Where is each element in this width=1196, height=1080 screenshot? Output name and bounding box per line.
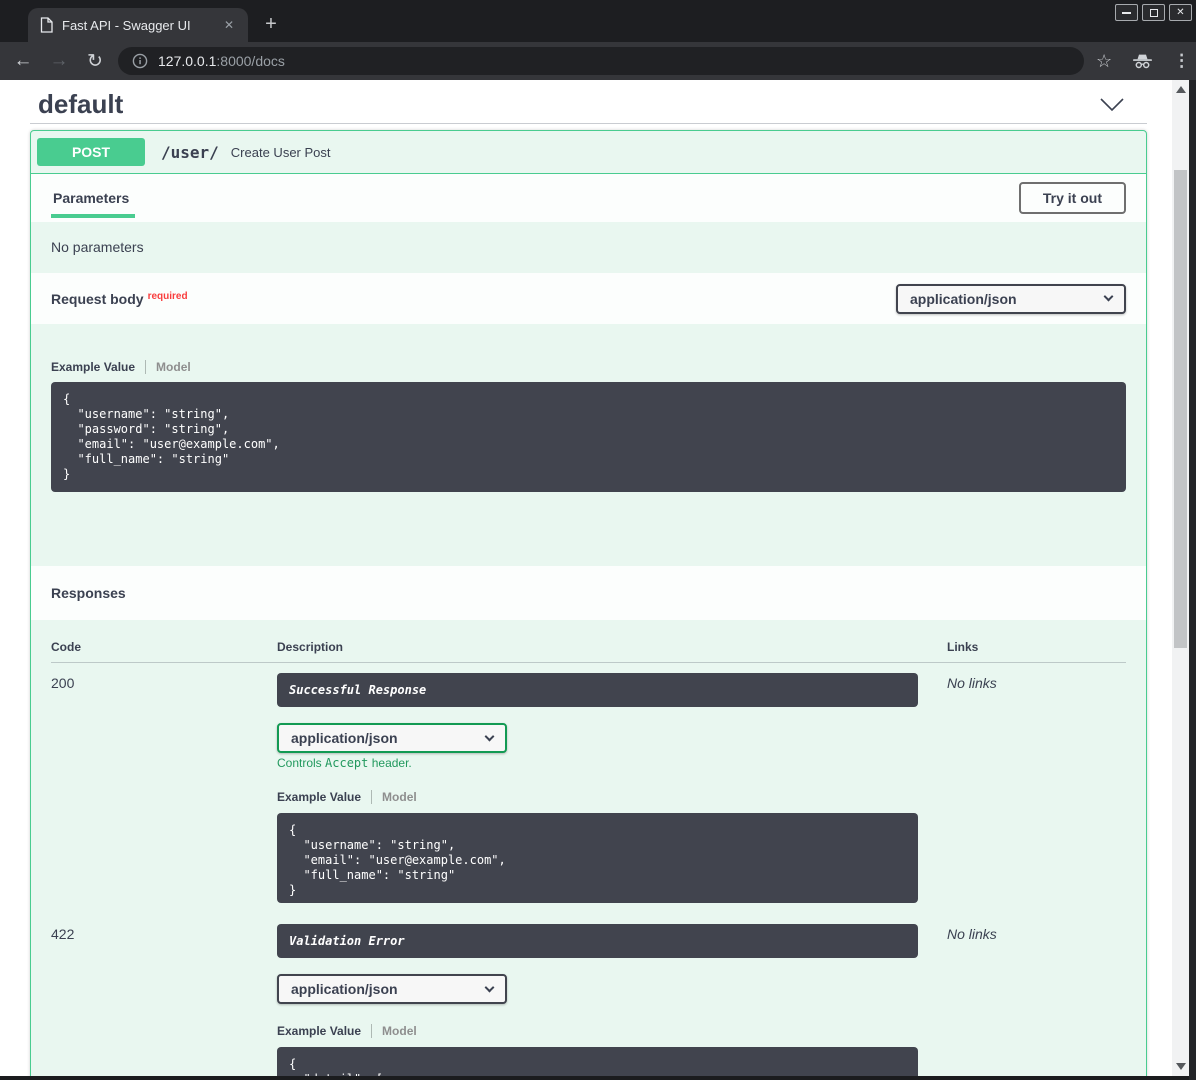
response-row-200: 200 Successful Response application/json… bbox=[51, 663, 1126, 903]
reload-icon[interactable]: ↻ bbox=[84, 50, 106, 73]
select-chevron-icon bbox=[1104, 292, 1114, 302]
tab-example-value[interactable]: Example Value bbox=[277, 1024, 361, 1038]
address-bar[interactable]: 127.0.0.1:8000/docs bbox=[118, 47, 1084, 75]
scrollbar-thumb[interactable] bbox=[1174, 170, 1187, 648]
responses-header: Responses bbox=[31, 566, 1146, 620]
response-description: Successful Response bbox=[277, 673, 918, 707]
browser-titlebar: Fast API - Swagger UI ✕ + ✕ bbox=[0, 0, 1196, 42]
response-code: 422 bbox=[51, 924, 277, 1076]
back-icon[interactable]: ← bbox=[12, 50, 34, 72]
column-links: Links bbox=[947, 640, 1126, 654]
page-content: default POST /user/ Create User Post Par… bbox=[0, 80, 1172, 1076]
response-media-type-select[interactable]: application/json bbox=[277, 974, 507, 1004]
response-example-code[interactable]: { "username": "string", "email": "user@e… bbox=[277, 813, 918, 903]
tab-close-icon[interactable]: ✕ bbox=[220, 16, 238, 34]
tab-title: Fast API - Swagger UI bbox=[62, 18, 220, 33]
method-badge: POST bbox=[37, 138, 145, 166]
window-border-right bbox=[1189, 80, 1196, 1080]
request-body-example-code[interactable]: { "username": "string", "password": "str… bbox=[51, 382, 1126, 492]
window-border-bottom bbox=[0, 1076, 1189, 1080]
operation-block: POST /user/ Create User Post Parameters … bbox=[30, 130, 1147, 1076]
responses-table: Code Description Links 200 Successful Re… bbox=[31, 620, 1146, 1076]
tab-example-value[interactable]: Example Value bbox=[277, 790, 361, 804]
url-host: 127.0.0.1 bbox=[158, 53, 216, 69]
accept-note-prefix: Controls bbox=[277, 756, 325, 770]
tag-title: default bbox=[30, 89, 123, 120]
operation-path: /user/ bbox=[161, 143, 219, 162]
tab-model[interactable]: Model bbox=[371, 790, 417, 804]
no-parameters-message: No parameters bbox=[31, 222, 1146, 273]
try-it-out-button[interactable]: Try it out bbox=[1019, 182, 1126, 214]
request-body-example-tabs: Example Value Model bbox=[51, 360, 1126, 374]
response-media-type-control: application/json Controls Accept header. bbox=[277, 723, 947, 770]
url-text: 127.0.0.1:8000/docs bbox=[158, 53, 285, 69]
scroll-up-icon[interactable] bbox=[1176, 86, 1186, 93]
browser-toolbar: ← → ↻ 127.0.0.1:8000/docs ☆ ⋮ bbox=[0, 42, 1196, 80]
request-body-header: Request body required application/json bbox=[31, 273, 1146, 324]
request-body-media-type-value: application/json bbox=[910, 291, 1017, 307]
response-example-code[interactable]: { "detail": [ bbox=[277, 1047, 918, 1076]
window-minimize-button[interactable] bbox=[1115, 4, 1138, 21]
response-media-type-value: application/json bbox=[291, 981, 398, 997]
responses-title: Responses bbox=[51, 585, 126, 601]
browser-tab[interactable]: Fast API - Swagger UI ✕ bbox=[28, 8, 248, 42]
response-links: No links bbox=[947, 924, 1126, 1076]
minimize-icon bbox=[1122, 12, 1131, 14]
operation-summary-text: Create User Post bbox=[231, 145, 331, 160]
select-chevron-icon bbox=[485, 731, 495, 741]
accept-note-code: Accept bbox=[325, 756, 368, 770]
response-links: No links bbox=[947, 673, 1126, 903]
operation-summary[interactable]: POST /user/ Create User Post bbox=[31, 131, 1146, 174]
window-close-button[interactable]: ✕ bbox=[1169, 4, 1192, 21]
request-body-media-type-select[interactable]: application/json bbox=[896, 284, 1126, 314]
forward-icon[interactable]: → bbox=[48, 50, 70, 72]
response-description: Validation Error bbox=[277, 924, 918, 958]
accept-header-note: Controls Accept header. bbox=[277, 756, 947, 770]
request-body-content: Example Value Model { "username": "strin… bbox=[31, 324, 1146, 566]
new-tab-button[interactable]: + bbox=[258, 12, 284, 38]
response-media-type-value: application/json bbox=[291, 730, 398, 746]
maximize-icon bbox=[1150, 9, 1158, 17]
response-example-tabs: Example Value Model bbox=[277, 790, 947, 804]
response-media-type-select[interactable]: application/json bbox=[277, 723, 507, 753]
tag-section-header[interactable]: default bbox=[30, 80, 1147, 124]
request-body-title: Request body required bbox=[51, 291, 188, 307]
select-chevron-icon bbox=[485, 982, 495, 992]
tab-model[interactable]: Model bbox=[371, 1024, 417, 1038]
accept-note-suffix: header. bbox=[368, 756, 411, 770]
responses-table-header: Code Description Links bbox=[51, 620, 1126, 663]
scroll-down-icon[interactable] bbox=[1176, 1063, 1186, 1070]
url-path: :8000/docs bbox=[216, 53, 285, 69]
page-favicon-icon bbox=[40, 17, 53, 33]
column-code: Code bbox=[51, 640, 277, 654]
incognito-icon bbox=[1132, 53, 1153, 70]
browser-menu-icon[interactable]: ⋮ bbox=[1173, 51, 1190, 71]
response-media-type-control: application/json bbox=[277, 974, 947, 1004]
window-maximize-button[interactable] bbox=[1142, 4, 1165, 21]
site-info-icon[interactable] bbox=[132, 53, 148, 69]
response-description-cell: Successful Response application/json Con… bbox=[277, 673, 947, 903]
response-row-422: 422 Validation Error application/json Ex… bbox=[51, 914, 1126, 1076]
required-flag: required bbox=[148, 291, 188, 302]
collapse-chevron-icon[interactable] bbox=[1099, 97, 1125, 112]
page-scrollbar[interactable] bbox=[1172, 80, 1189, 1076]
tab-example-value[interactable]: Example Value bbox=[51, 360, 135, 374]
tab-parameters[interactable]: Parameters bbox=[51, 190, 135, 218]
bookmark-star-icon[interactable]: ☆ bbox=[1096, 51, 1112, 72]
response-code: 200 bbox=[51, 673, 277, 903]
parameters-header: Parameters Try it out bbox=[31, 174, 1146, 222]
response-description-cell: Validation Error application/json Exampl… bbox=[277, 924, 947, 1076]
tab-model[interactable]: Model bbox=[145, 360, 191, 374]
response-example-tabs: Example Value Model bbox=[277, 1024, 947, 1038]
column-description: Description bbox=[277, 640, 947, 654]
request-body-title-text: Request body bbox=[51, 291, 144, 307]
